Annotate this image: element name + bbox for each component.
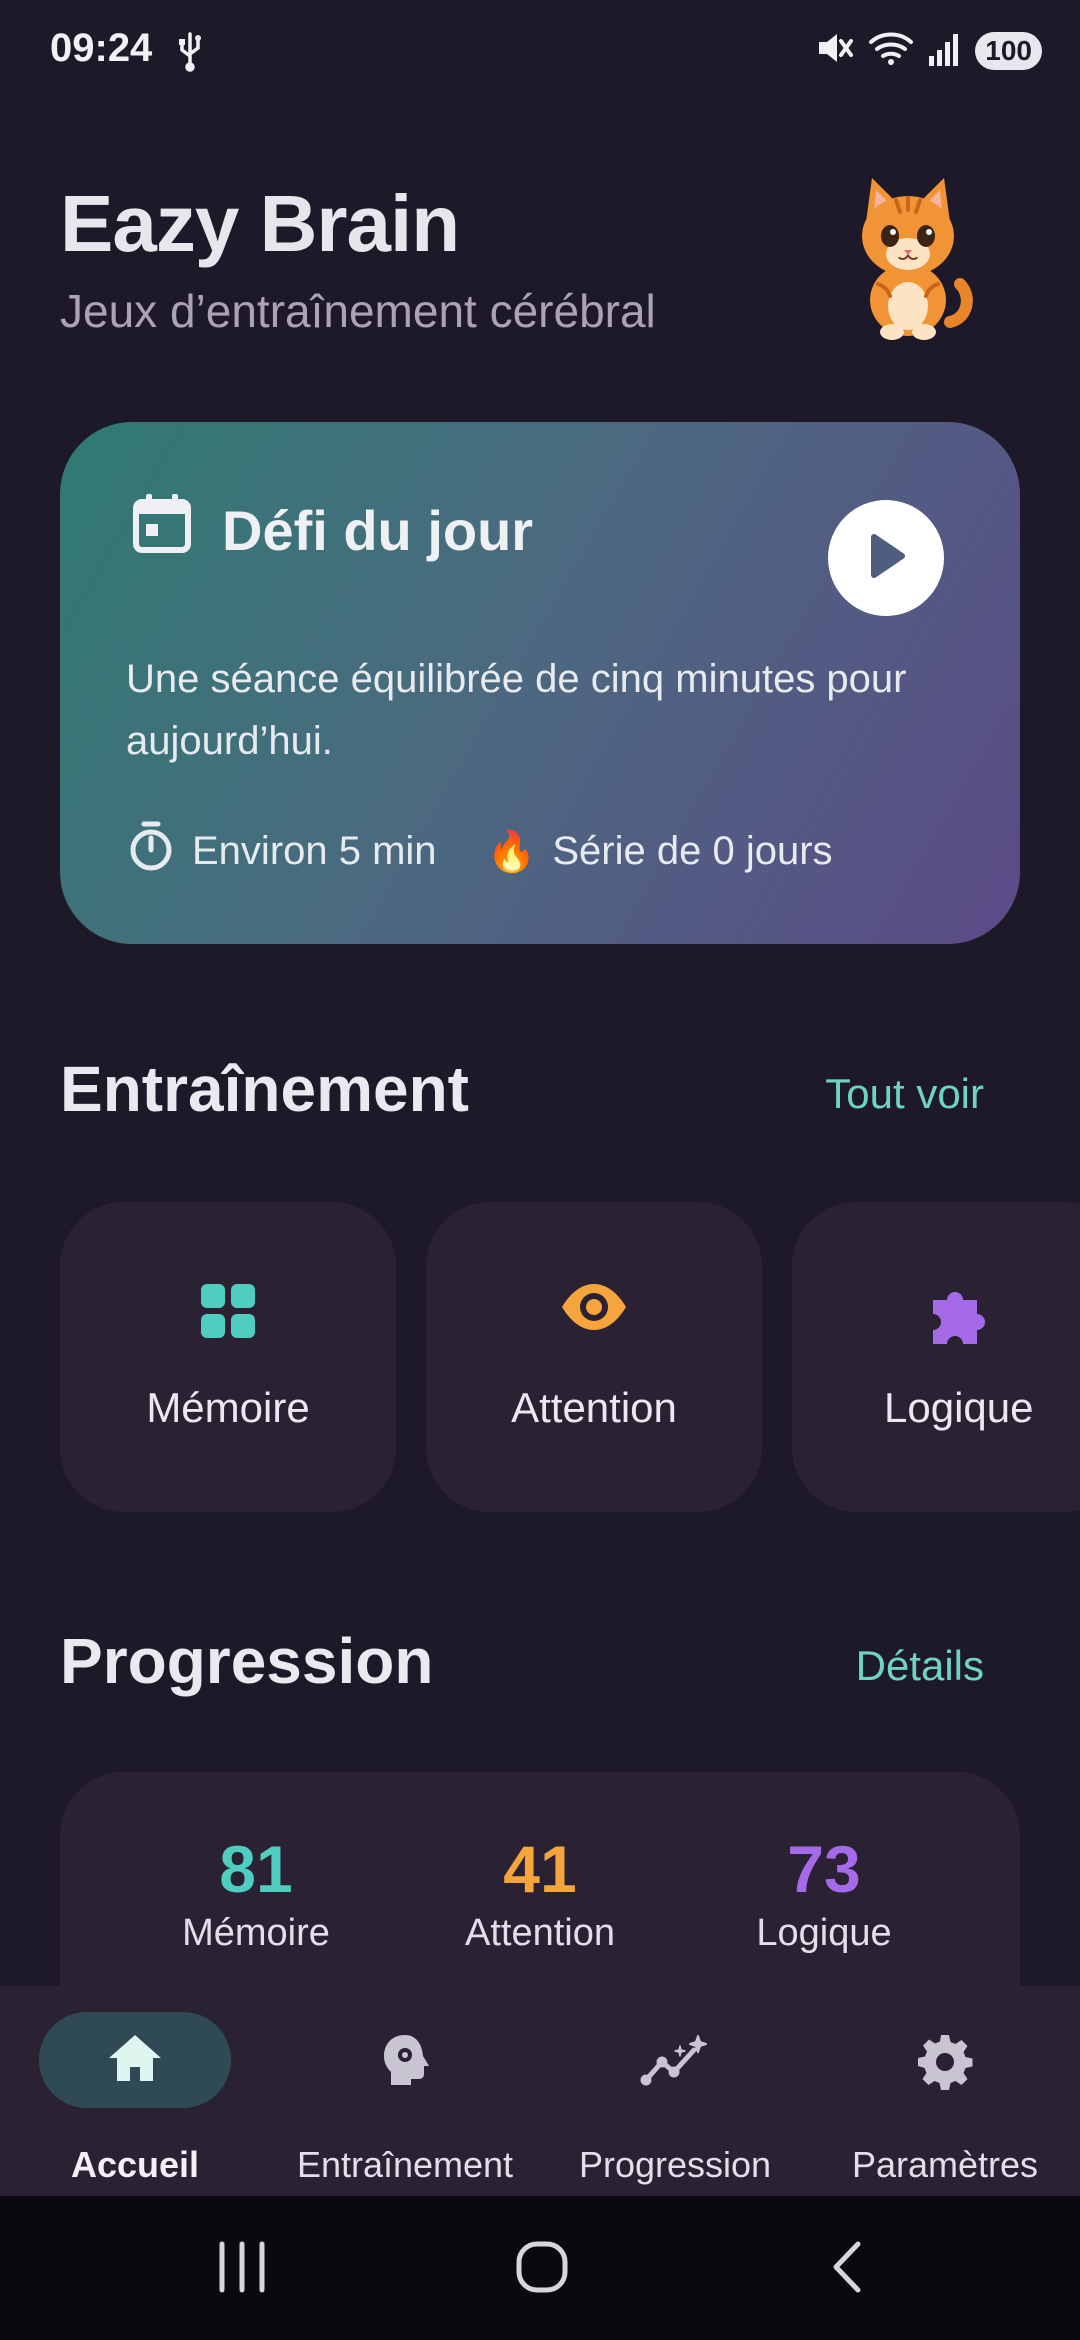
nav-label: Accueil bbox=[70, 2144, 200, 2185]
timer-icon bbox=[126, 820, 192, 882]
status-bar: 09:24 100 bbox=[0, 0, 1080, 100]
training-card-label: Logique bbox=[884, 1384, 1034, 1431]
training-card-label: Attention bbox=[511, 1384, 677, 1431]
system-navigation-bar bbox=[0, 2196, 1080, 2340]
home-screen: 09:24 100 Eazy Brain Jeux d’entraînement… bbox=[0, 0, 1080, 2340]
app-title: Eazy Brain bbox=[60, 179, 460, 268]
stat-label: Mémoire bbox=[182, 1912, 330, 1954]
training-section-title: Entraînement bbox=[60, 1053, 469, 1125]
mute-icon bbox=[815, 28, 855, 73]
stat-value: 73 bbox=[787, 1832, 861, 1906]
recent-apps-button[interactable] bbox=[212, 2238, 272, 2301]
stat-value: 81 bbox=[219, 1832, 293, 1906]
training-card-memory[interactable]: Mémoire bbox=[60, 1202, 396, 1512]
brain-head-icon bbox=[270, 2032, 540, 2088]
see-all-link[interactable]: Tout voir bbox=[825, 1070, 984, 1118]
calendar-icon bbox=[132, 492, 192, 559]
daily-challenge-description: Une séance équilibrée de cinq minutes po… bbox=[126, 657, 907, 763]
back-button[interactable] bbox=[826, 2238, 870, 2301]
status-time: 09:24 bbox=[50, 26, 153, 70]
home-icon bbox=[0, 2032, 270, 2084]
streak-text: Série de 0 jours bbox=[552, 828, 833, 873]
trend-sparkle-icon bbox=[540, 2032, 810, 2088]
signal-icon bbox=[927, 28, 963, 73]
training-card-label: Mémoire bbox=[146, 1384, 310, 1431]
progression-section-title: Progression bbox=[60, 1625, 434, 1697]
gear-icon bbox=[810, 2032, 1080, 2092]
duration-info: Environ 5 min bbox=[126, 820, 437, 882]
app-subtitle: Jeux d’entraînement cérébral bbox=[60, 285, 656, 337]
daily-challenge-card[interactable]: Défi du jour Une séance équilibrée de ci… bbox=[60, 422, 1020, 944]
stat-attention: 41 Attention bbox=[430, 1832, 650, 1955]
stat-logic: 73 Logique bbox=[714, 1832, 934, 1955]
eye-icon bbox=[426, 1282, 762, 1332]
play-icon bbox=[864, 531, 908, 586]
nav-item-progression[interactable]: Progression bbox=[540, 1986, 810, 2196]
wifi-icon bbox=[867, 28, 915, 73]
status-icons: 100 bbox=[815, 28, 1042, 73]
nav-label: Progression bbox=[578, 2144, 772, 2185]
stat-label: Attention bbox=[465, 1912, 615, 1954]
stat-label: Logique bbox=[756, 1912, 892, 1954]
fire-icon: 🔥 bbox=[486, 829, 537, 874]
bottom-navigation: Accueil Entraînement Progression Paramèt… bbox=[0, 1986, 1080, 2196]
daily-challenge-meta: Environ 5 min 🔥 Série de 0 jours bbox=[126, 820, 833, 882]
training-card-logic[interactable]: Logique bbox=[792, 1202, 1080, 1512]
home-button[interactable] bbox=[514, 2238, 570, 2301]
play-button[interactable] bbox=[828, 500, 944, 616]
nav-item-settings[interactable]: Paramètres bbox=[810, 1986, 1080, 2196]
details-link[interactable]: Détails bbox=[856, 1642, 984, 1690]
training-carousel[interactable]: Mémoire Attention Logique bbox=[60, 1202, 1080, 1512]
stat-memory: 81 Mémoire bbox=[146, 1832, 366, 1955]
puzzle-icon bbox=[792, 1282, 1080, 1348]
stat-value: 41 bbox=[503, 1832, 577, 1906]
training-card-attention[interactable]: Attention bbox=[426, 1202, 762, 1512]
streak-info: 🔥 Série de 0 jours bbox=[487, 828, 833, 875]
kitten-mascot bbox=[846, 172, 976, 347]
nav-item-training[interactable]: Entraînement bbox=[270, 1986, 540, 2196]
daily-challenge-title: Défi du jour bbox=[222, 499, 534, 562]
battery-indicator: 100 bbox=[975, 31, 1042, 70]
nav-label: Entraînement bbox=[296, 2144, 514, 2185]
nav-label: Paramètres bbox=[851, 2144, 1039, 2185]
nav-item-home[interactable]: Accueil bbox=[0, 1986, 270, 2196]
grid-icon bbox=[60, 1282, 396, 1340]
duration-text: Environ 5 min bbox=[192, 828, 437, 873]
usb-icon bbox=[176, 30, 204, 77]
